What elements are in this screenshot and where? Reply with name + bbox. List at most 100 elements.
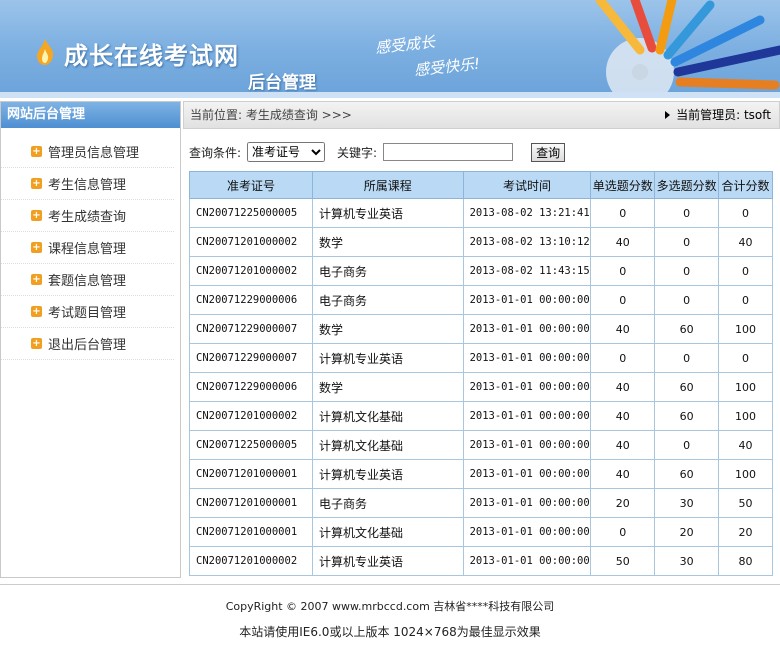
col-multi-score: 多选题分数	[654, 171, 720, 199]
cell-course: 计算机专业英语	[311, 343, 464, 373]
cell-course: 计算机文化基础	[311, 401, 464, 431]
keyword-input[interactable]	[383, 143, 514, 161]
cell-exam-time: 2013-08-02 13:21:41	[462, 198, 592, 228]
cell-single-score: 0	[590, 343, 656, 373]
slogan-line1: 感受成长	[374, 32, 436, 58]
cell-total-score: 100	[718, 459, 773, 489]
plus-icon: +	[31, 178, 42, 189]
table-row: CN20071225000005 计算机专业英语 2013-08-02 13:21:…	[189, 198, 773, 228]
cell-exam-id: CN20071229000006	[189, 372, 313, 402]
col-exam-time: 考试时间	[462, 171, 592, 199]
sidebar-item-label: 套题信息管理	[48, 274, 127, 289]
col-exam-id: 准考证号	[189, 171, 313, 199]
cell-multi-score: 0	[654, 198, 720, 228]
table-row: CN20071201000002 计算机文化基础 2013-01-01 00:00:…	[189, 401, 773, 431]
sidebar-item-logout[interactable]: + 退出后台管理	[1, 328, 174, 360]
table-row: CN20071229000007 数学 2013-01-01 00:00:00 40 6…	[189, 314, 773, 344]
cell-multi-score: 30	[654, 546, 720, 576]
table-row: CN20071201000002 电子商务 2013-08-02 11:43:15 0…	[189, 256, 773, 286]
cell-multi-score: 0	[654, 343, 720, 373]
cell-total-score: 0	[718, 198, 773, 228]
col-course: 所属课程	[311, 171, 464, 199]
cell-course: 计算机文化基础	[311, 517, 464, 547]
condition-label: 查询条件:	[189, 145, 242, 160]
cell-exam-time: 2013-08-02 11:43:15	[462, 256, 592, 286]
cell-exam-time: 2013-01-01 00:00:00	[462, 314, 592, 344]
cell-multi-score: 60	[654, 314, 720, 344]
cell-exam-id: CN20071201000002	[189, 401, 313, 431]
cell-course: 数学	[311, 227, 464, 257]
cell-multi-score: 20	[654, 517, 720, 547]
cell-single-score: 40	[590, 430, 656, 460]
flame-logo-icon	[37, 39, 54, 65]
slogan-line2: 感受快乐!	[413, 54, 481, 80]
cell-multi-score: 60	[654, 401, 720, 431]
cell-exam-time: 2013-01-01 00:00:00	[462, 517, 592, 547]
footer-notice: 本站请使用IE6.0或以上版本 1024×768为最佳显示效果	[239, 625, 541, 639]
cell-course: 计算机专业英语	[311, 459, 464, 489]
current-admin: 当前管理员: tsoft	[665, 102, 771, 128]
cell-multi-score: 30	[654, 488, 720, 518]
cell-exam-id: CN20071201000001	[189, 517, 313, 547]
cell-exam-time: 2013-01-01 00:00:00	[462, 372, 592, 402]
cell-exam-time: 2013-01-01 00:00:00	[462, 459, 592, 489]
sidebar-item-label: 退出后台管理	[48, 338, 127, 353]
plus-icon: +	[31, 242, 42, 253]
cell-single-score: 40	[590, 227, 656, 257]
sidebar-item-question-sets[interactable]: + 套题信息管理	[1, 264, 174, 296]
plus-icon: +	[31, 338, 42, 349]
table-row: CN20071201000001 电子商务 2013-01-01 00:00:00 2…	[189, 488, 773, 518]
table-row: CN20071201000001 计算机专业英语 2013-01-01 00:00:…	[189, 459, 773, 489]
cell-exam-id: CN20071201000002	[189, 227, 313, 257]
breadcrumb-location: 当前位置: 考生成绩查询 >>>	[190, 108, 352, 122]
cell-course: 计算机文化基础	[311, 430, 464, 460]
site-subtitle: 后台管理	[248, 73, 316, 93]
plus-icon: +	[31, 210, 42, 221]
table-row: CN20071229000006 电子商务 2013-01-01 00:00:00 0…	[189, 285, 773, 315]
sidebar-item-courses[interactable]: + 课程信息管理	[1, 232, 174, 264]
table-row: CN20071201000002 计算机专业英语 2013-01-01 00:00:…	[189, 546, 773, 576]
cell-multi-score: 60	[654, 459, 720, 489]
table-row: CN20071201000002 数学 2013-08-02 13:10:12 40 0…	[189, 227, 773, 257]
cell-exam-id: CN20071201000002	[189, 546, 313, 576]
condition-select[interactable]: 准考证号	[247, 142, 326, 162]
cell-exam-time: 2013-01-01 00:00:00	[462, 430, 592, 460]
plus-icon: +	[31, 306, 42, 317]
cell-single-score: 0	[590, 256, 656, 286]
cell-total-score: 40	[718, 430, 773, 460]
cell-exam-id: CN20071225000005	[189, 198, 313, 228]
plus-icon: +	[31, 274, 42, 285]
cell-multi-score: 0	[654, 227, 720, 257]
site-name: 成长在线考试网	[64, 42, 239, 70]
cell-exam-time: 2013-01-01 00:00:00	[462, 546, 592, 576]
cell-single-score: 0	[590, 285, 656, 315]
keyword-label: 关键字:	[337, 145, 378, 160]
cell-total-score: 20	[718, 517, 773, 547]
query-button[interactable]: 查询	[531, 142, 566, 162]
col-single-score: 单选题分数	[590, 171, 656, 199]
sidebar-item-questions[interactable]: + 考试题目管理	[1, 296, 174, 328]
table-header-row: 准考证号 所属课程 考试时间 单选题分数 多选题分数 合计分数	[189, 171, 773, 199]
cell-single-score: 50	[590, 546, 656, 576]
cell-course: 数学	[311, 314, 464, 344]
cell-total-score: 100	[718, 314, 773, 344]
cell-total-score: 100	[718, 401, 773, 431]
cell-total-score: 0	[718, 343, 773, 373]
cell-exam-id: CN20071201000001	[189, 488, 313, 518]
table-row: CN20071201000001 计算机文化基础 2013-01-01 00:00:…	[189, 517, 773, 547]
cell-course: 电子商务	[311, 256, 464, 286]
cell-single-score: 40	[590, 459, 656, 489]
cell-single-score: 0	[590, 198, 656, 228]
sidebar-item-label: 考生成绩查询	[48, 210, 127, 225]
cell-exam-id: CN20071201000002	[189, 256, 313, 286]
cell-single-score: 40	[590, 372, 656, 402]
cell-exam-time: 2013-01-01 00:00:00	[462, 488, 592, 518]
cell-total-score: 80	[718, 546, 773, 576]
table-row: CN20071229000006 数学 2013-01-01 00:00:00 40 6…	[189, 372, 773, 402]
sidebar-item-scores[interactable]: + 考生成绩查询	[1, 200, 174, 232]
cell-exam-id: CN20071201000001	[189, 459, 313, 489]
sidebar-item-admin[interactable]: + 管理员信息管理	[1, 136, 174, 168]
sidebar-item-label: 管理员信息管理	[48, 146, 140, 161]
cell-exam-id: CN20071229000007	[189, 314, 313, 344]
sidebar-item-students[interactable]: + 考生信息管理	[1, 168, 174, 200]
